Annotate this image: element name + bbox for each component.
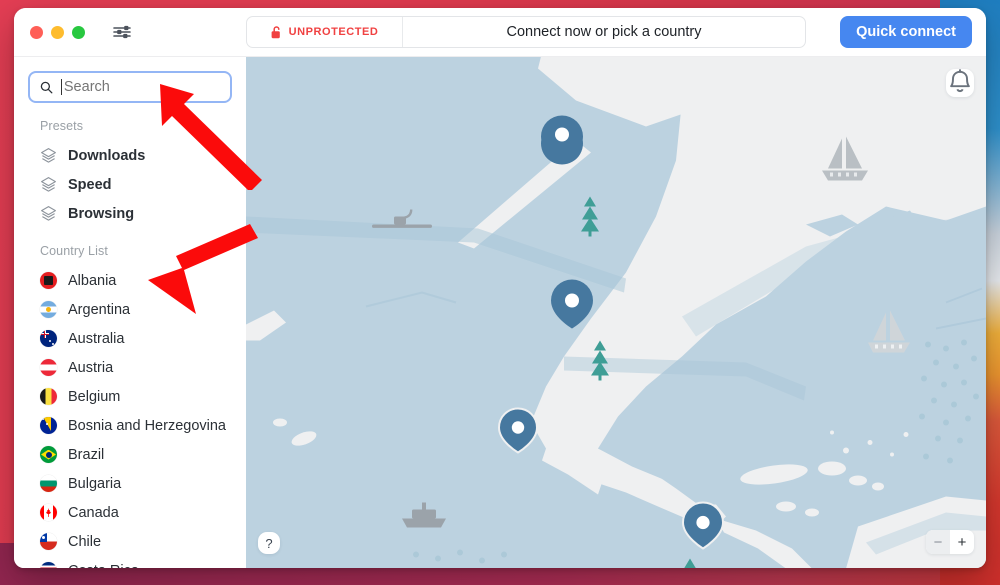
connection-status-bar: UNPROTECTED Connect now or pick a countr… bbox=[246, 16, 806, 48]
layers-icon bbox=[41, 177, 56, 192]
costa-rica-flag bbox=[40, 562, 57, 568]
belgium-flag bbox=[40, 388, 57, 405]
app-body: Presets Downloads Speed Browsing Country L… bbox=[14, 56, 986, 568]
country-item-label: Bulgaria bbox=[68, 475, 122, 492]
protection-status: UNPROTECTED bbox=[247, 17, 403, 47]
presets-list: Downloads Speed Browsing bbox=[14, 141, 246, 228]
preset-item-label: Browsing bbox=[68, 205, 135, 222]
country-item-label: Belgium bbox=[68, 388, 121, 405]
country-item-belgium[interactable]: Belgium bbox=[14, 382, 246, 411]
zoom-out-button[interactable]: − bbox=[926, 530, 950, 554]
preset-item-label: Speed bbox=[68, 176, 112, 193]
country-item-albania[interactable]: Albania bbox=[14, 266, 246, 295]
status-pill: UNPROTECTED Connect now or pick a countr… bbox=[246, 16, 806, 48]
presets-section-label: Presets bbox=[40, 119, 84, 133]
title-bar: UNPROTECTED Connect now or pick a countr… bbox=[14, 8, 986, 56]
argentina-flag bbox=[40, 301, 57, 318]
australia-flag bbox=[40, 330, 57, 347]
country-item-label: Albania bbox=[68, 272, 117, 289]
settings-sliders-button[interactable] bbox=[109, 19, 135, 45]
search-icon bbox=[40, 81, 53, 93]
chile-flag bbox=[40, 533, 57, 550]
country-item-bosnia-and-herzegovina[interactable]: Bosnia and Herzegovina bbox=[14, 411, 246, 440]
notifications-button[interactable] bbox=[946, 69, 974, 97]
country-item-label: Canada bbox=[68, 504, 119, 521]
country-item-canada[interactable]: Canada bbox=[14, 498, 246, 527]
canada-flag bbox=[40, 504, 57, 521]
layers-icon bbox=[40, 147, 57, 164]
map-canvas bbox=[246, 57, 986, 568]
traffic-light-buttons bbox=[14, 25, 85, 39]
search-box[interactable] bbox=[28, 71, 232, 103]
layers-icon bbox=[40, 176, 57, 193]
layers-icon bbox=[41, 206, 56, 221]
preset-item-downloads[interactable]: Downloads bbox=[14, 141, 246, 170]
world-map[interactable]: ? − + bbox=[246, 56, 986, 568]
country-list: Albania Argentina Australia Austria Belgium B… bbox=[14, 266, 246, 568]
quick-connect-button[interactable]: Quick connect bbox=[840, 16, 972, 48]
country-item-bulgaria[interactable]: Bulgaria bbox=[14, 469, 246, 498]
country-item-brazil[interactable]: Brazil bbox=[14, 440, 246, 469]
country-item-argentina[interactable]: Argentina bbox=[14, 295, 246, 324]
country-item-label: Costa Rica bbox=[68, 563, 139, 569]
map-zoom-controls[interactable]: − + bbox=[926, 530, 974, 554]
country-item-australia[interactable]: Australia bbox=[14, 324, 246, 353]
preset-item-label: Downloads bbox=[68, 147, 146, 164]
country-item-label: Bosnia and Herzegovina bbox=[68, 417, 226, 434]
help-button[interactable]: ? bbox=[258, 532, 280, 554]
bosnia-and-herzegovina-flag bbox=[40, 417, 57, 434]
country-item-label: Australia bbox=[68, 330, 125, 347]
albania-flag bbox=[40, 272, 57, 289]
bell-icon bbox=[950, 69, 970, 93]
country-item-chile[interactable]: Chile bbox=[14, 527, 246, 556]
sliders-icon bbox=[113, 25, 131, 39]
zoom-in-button[interactable]: + bbox=[950, 530, 974, 554]
server-pin-canada[interactable] bbox=[541, 115, 584, 165]
vpn-app-window: UNPROTECTED Connect now or pick a countr… bbox=[14, 8, 986, 568]
country-list-section-label: Country List bbox=[40, 244, 108, 258]
minimize-window-button[interactable] bbox=[51, 25, 64, 39]
unlocked-padlock-icon bbox=[271, 25, 280, 38]
sidebar: Presets Downloads Speed Browsing Country L… bbox=[14, 56, 246, 568]
country-item-costa-rica[interactable]: Costa Rica bbox=[14, 556, 246, 568]
layers-icon bbox=[41, 148, 56, 163]
close-window-button[interactable] bbox=[30, 25, 43, 39]
protection-status-label: UNPROTECTED bbox=[288, 26, 379, 38]
country-item-austria[interactable]: Austria bbox=[14, 353, 246, 382]
country-item-label: Brazil bbox=[68, 446, 105, 463]
search-text-caret bbox=[61, 79, 62, 95]
austria-flag bbox=[40, 359, 57, 376]
bulgaria-flag bbox=[40, 475, 57, 492]
country-item-label: Chile bbox=[68, 533, 102, 550]
connect-headline: Connect now or pick a country bbox=[506, 24, 702, 40]
preset-item-speed[interactable]: Speed bbox=[14, 170, 246, 199]
brazil-flag bbox=[40, 446, 57, 463]
country-item-label: Argentina bbox=[68, 301, 131, 318]
country-item-label: Austria bbox=[68, 359, 114, 376]
preset-item-browsing[interactable]: Browsing bbox=[14, 199, 246, 228]
search-input[interactable] bbox=[63, 79, 221, 95]
search-container bbox=[14, 71, 246, 103]
maximize-window-button[interactable] bbox=[72, 25, 85, 39]
layers-icon bbox=[40, 205, 57, 222]
